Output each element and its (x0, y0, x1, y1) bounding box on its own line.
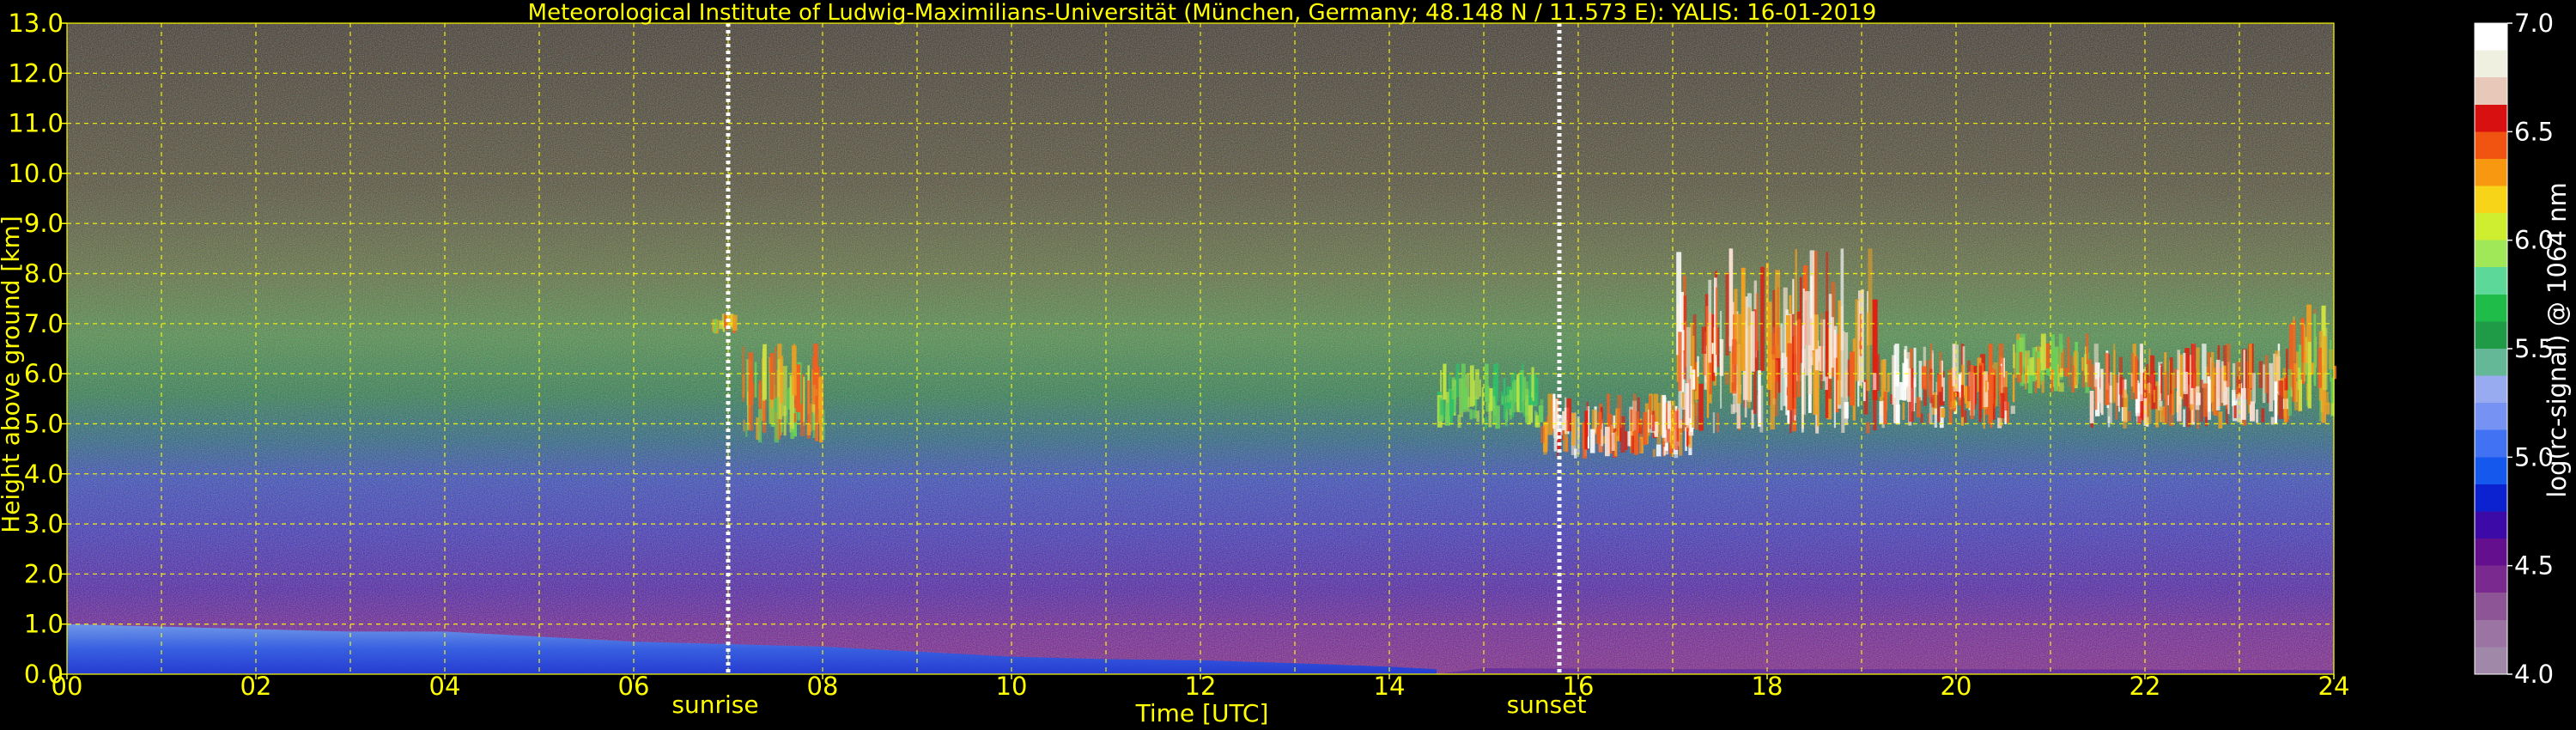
x-tick-label: 20 (1941, 672, 1972, 701)
y-tick-label: 2.0 (24, 559, 64, 588)
x-axis-ticks: 00 02 04 06 08 10 12 14 16 18 20 22 24 (52, 672, 2350, 701)
chart-title: Meteorological Institute of Ludwig-Maxim… (528, 0, 1877, 26)
y-tick-label: 9.0 (24, 209, 64, 238)
x-tick-label: 24 (2318, 672, 2350, 701)
y-tick-label: 4.0 (24, 459, 64, 489)
y-tick-label: 13.0 (8, 9, 64, 38)
y-tick-label: 8.0 (24, 259, 64, 289)
y-axis-label: Height above ground [km] (0, 216, 25, 533)
y-tick-label: 7.0 (24, 309, 64, 338)
y-tick-label: 10.0 (8, 159, 64, 188)
x-tick-label: 22 (2129, 672, 2161, 701)
colorbar: 4.04.55.05.56.06.57.0 log(rc-signal) @ 1… (2474, 9, 2572, 689)
y-tick-label: 5.0 (24, 409, 64, 438)
colorbar-tick-label: 6.5 (2514, 117, 2554, 146)
x-tick-label: 00 (52, 672, 83, 701)
y-tick-label: 1.0 (24, 610, 64, 639)
colorbar-tick-label: 4.0 (2514, 660, 2554, 689)
plot-svg: 0.01.02.03.04.05.06.07.08.09.010.011.012… (0, 0, 2572, 727)
colorbar-label: log(rc-signal) @ 1064 nm (2543, 182, 2572, 497)
sun-annotation: sunset (1507, 690, 1587, 719)
lidar-plot: 0.0 1.0 2.0 3.0 4.0 5.0 6.0 7.0 8.0 9.0 10.0 11.0 12… (0, 0, 2576, 730)
sun-annotation: sunrise (671, 690, 758, 719)
colorbar-tick-label: 4.5 (2514, 551, 2554, 581)
x-tick-label: 02 (240, 672, 272, 701)
x-tick-label: 14 (1374, 672, 1406, 701)
x-axis-label: Time [UTC] (1135, 699, 1269, 727)
colorbar-scale (2474, 22, 2508, 675)
colorbar-tick-label: 7.0 (2514, 9, 2554, 38)
x-tick-label: 06 (618, 672, 650, 701)
x-tick-label: 12 (1185, 672, 1217, 701)
x-tick-label: 08 (807, 672, 839, 701)
y-tick-label: 12.0 (8, 58, 64, 88)
x-tick-label: 18 (1752, 672, 1783, 701)
y-tick-label: 3.0 (24, 509, 64, 538)
x-tick-label: 04 (429, 672, 461, 701)
x-tick-label: 10 (996, 672, 1028, 701)
y-tick-label: 6.0 (24, 359, 64, 388)
plot-area (66, 22, 2336, 675)
y-tick-label: 11.0 (8, 109, 64, 138)
